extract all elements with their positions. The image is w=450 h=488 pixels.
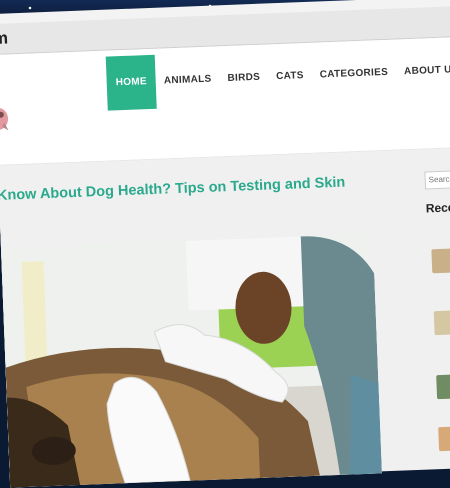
search-input[interactable]: Search — [424, 169, 450, 190]
browser-screen: m HOME ANIMALS BIRDS CATS CATEGORIES ABO… — [0, 0, 450, 488]
main-nav: HOME ANIMALS BIRDS CATS CATEGORIES ABOUT… — [105, 43, 450, 111]
recent-post-thumb[interactable] — [436, 374, 450, 400]
nav-birds[interactable]: BIRDS — [218, 50, 269, 106]
nav-categories[interactable]: CATEGORIES — [311, 46, 397, 103]
recent-posts-heading: Rece — [425, 200, 450, 216]
url-text: m — [0, 28, 9, 48]
content-area: Know About Dog Health? Tips on Testing a… — [0, 147, 450, 488]
post-title[interactable]: Know About Dog Health? Tips on Testing a… — [0, 175, 346, 204]
recent-post-thumb[interactable] — [431, 248, 450, 274]
sidebar: Search Rece — [424, 147, 450, 469]
nav-animals[interactable]: ANIMALS — [155, 52, 221, 108]
recent-post-thumb[interactable] — [433, 310, 450, 336]
nav-cats[interactable]: CATS — [267, 49, 313, 105]
website: HOME ANIMALS BIRDS CATS CATEGORIES ABOUT… — [0, 36, 450, 488]
nav-about-us[interactable]: ABOUT US — [395, 43, 450, 100]
recent-post-thumb[interactable] — [438, 426, 450, 452]
nav-home[interactable]: HOME — [105, 54, 157, 111]
site-logo-icon[interactable] — [0, 104, 13, 133]
